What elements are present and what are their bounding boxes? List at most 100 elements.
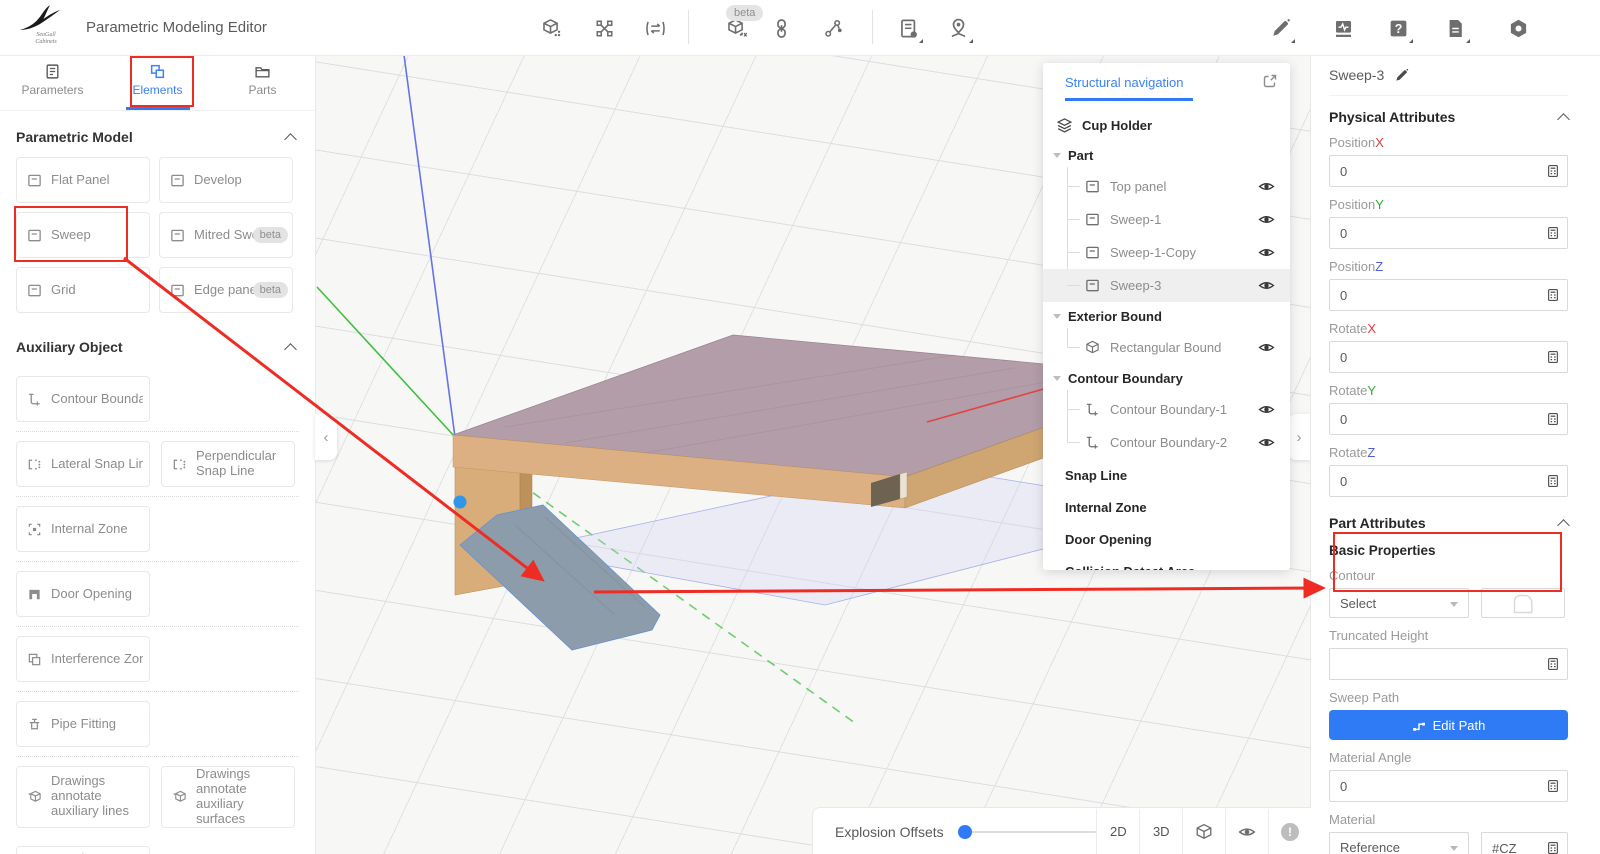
cube-view-button[interactable] bbox=[1182, 809, 1225, 854]
annotate-3d-icon bbox=[27, 789, 42, 804]
visibility-button[interactable] bbox=[1225, 809, 1268, 854]
tree-item-sweep-1-copy[interactable]: Sweep-1-Copy bbox=[1043, 236, 1290, 269]
mitred-sweep-button[interactable]: Mitred Sweepbeta bbox=[159, 212, 293, 258]
tab-elements[interactable]: Elements bbox=[105, 55, 210, 110]
tree-item-top-panel[interactable]: Top panel bbox=[1043, 170, 1290, 203]
explosion-offsets-slider[interactable] bbox=[960, 831, 1097, 833]
door-opening-button[interactable]: Door Opening bbox=[16, 571, 150, 617]
rotatex-input[interactable] bbox=[1330, 350, 1567, 365]
section-auxiliary-object[interactable]: Auxiliary Object bbox=[0, 339, 315, 355]
tree-group-internal-zone[interactable]: Internal Zone bbox=[1043, 491, 1290, 523]
settings-nut-icon[interactable] bbox=[1500, 10, 1536, 46]
eye-icon[interactable] bbox=[1258, 339, 1275, 356]
perpendicular-snap-line-button[interactable]: Perpendicular Snap Line bbox=[161, 441, 295, 487]
interference-zone-button[interactable]: Interference Zone bbox=[16, 636, 150, 682]
tree-group-collision-detect-area[interactable]: Collision Detect Area bbox=[1043, 555, 1290, 570]
internal-zone-button[interactable]: Internal Zone bbox=[16, 506, 150, 552]
origin-handle[interactable] bbox=[454, 496, 467, 509]
contour-label: Contour bbox=[1329, 568, 1568, 583]
link-icon[interactable] bbox=[763, 10, 799, 46]
tree-group-part[interactable]: Part bbox=[1043, 141, 1290, 170]
rotatey-input[interactable] bbox=[1330, 412, 1567, 427]
calculator-icon[interactable] bbox=[1546, 164, 1560, 178]
collapse-left-panel-button[interactable]: ‹ bbox=[315, 414, 337, 460]
positiony-input[interactable] bbox=[1330, 226, 1567, 241]
branch-icon[interactable] bbox=[815, 10, 851, 46]
help-icon[interactable] bbox=[1380, 10, 1416, 46]
parts-icon bbox=[254, 63, 271, 80]
slider-thumb[interactable] bbox=[958, 825, 972, 839]
collapse-right-panel-button[interactable]: › bbox=[1288, 414, 1310, 460]
contour-boundary-button[interactable]: Contour Boundary bbox=[16, 376, 150, 422]
section-parametric-model[interactable]: Parametric Model bbox=[0, 129, 315, 145]
cube-grid-icon[interactable] bbox=[534, 10, 570, 46]
calculator-icon[interactable] bbox=[1546, 288, 1560, 302]
tree-group-exterior-bound[interactable]: Exterior Bound bbox=[1043, 302, 1290, 331]
truncated-height-field bbox=[1329, 648, 1568, 680]
eye-icon[interactable] bbox=[1258, 244, 1275, 261]
view-2d-button[interactable]: 2D bbox=[1096, 809, 1139, 854]
tree-item-rectangular-bound[interactable]: Rectangular Bound bbox=[1043, 331, 1290, 364]
tree-item-contour-boundary-1[interactable]: Contour Boundary-1 bbox=[1043, 393, 1290, 426]
flat-panel-button[interactable]: Flat Panel bbox=[16, 157, 150, 203]
pattern-icon[interactable] bbox=[586, 10, 622, 46]
pencil-tool-icon[interactable] bbox=[1262, 10, 1298, 46]
edit-path-button[interactable]: Edit Path bbox=[1329, 710, 1568, 740]
calculator-icon[interactable] bbox=[1546, 350, 1560, 364]
calculator-icon[interactable] bbox=[1546, 657, 1560, 671]
tree-item-sweep-3[interactable]: Sweep-3 bbox=[1043, 269, 1290, 302]
tree-group-contour-boundary[interactable]: Contour Boundary bbox=[1043, 364, 1290, 393]
chevron-up-icon bbox=[284, 133, 297, 146]
pipe-fitting-button[interactable]: Pipe Fitting bbox=[16, 701, 150, 747]
physical-attributes-header[interactable]: Physical Attributes bbox=[1329, 109, 1568, 125]
activity-icon[interactable] bbox=[1325, 10, 1361, 46]
material-angle-input[interactable] bbox=[1330, 779, 1567, 794]
tab-parts[interactable]: Parts bbox=[210, 55, 315, 110]
lateral-snap-line-button[interactable]: Lateral Snap Line bbox=[16, 441, 150, 487]
calculator-icon[interactable] bbox=[1546, 779, 1560, 793]
sidebar-tabbar: Parameters Elements Parts bbox=[0, 55, 315, 111]
drawings-annotate-lines-button[interactable]: Drawings annotate auxiliary lines bbox=[16, 766, 150, 828]
grid-button[interactable]: Grid bbox=[16, 267, 150, 313]
drawings-annotate-surfaces-button[interactable]: Drawings annotate auxiliary surfaces bbox=[161, 766, 295, 828]
contour-select[interactable]: Select bbox=[1329, 588, 1469, 618]
tab-parameters[interactable]: Parameters bbox=[0, 55, 105, 110]
positionx-input[interactable] bbox=[1330, 164, 1567, 179]
document-icon[interactable] bbox=[1437, 10, 1473, 46]
tree-item-sweep-1[interactable]: Sweep-1 bbox=[1043, 203, 1290, 236]
calculator-icon[interactable] bbox=[1546, 841, 1560, 854]
active-tab-indicator bbox=[126, 107, 190, 110]
warning-button[interactable]: ! bbox=[1268, 809, 1311, 854]
eye-icon[interactable] bbox=[1258, 434, 1275, 451]
contour-preview[interactable] bbox=[1481, 588, 1565, 618]
part-attributes-header[interactable]: Part Attributes bbox=[1329, 515, 1568, 531]
eye-icon[interactable] bbox=[1258, 211, 1275, 228]
material-select[interactable]: Reference bbox=[1329, 832, 1469, 854]
expand-panel-icon[interactable] bbox=[1262, 73, 1278, 89]
calculator-icon[interactable] bbox=[1546, 412, 1560, 426]
tree-item-contour-boundary-2[interactable]: Contour Boundary-2 bbox=[1043, 426, 1290, 459]
calculator-icon[interactable] bbox=[1546, 226, 1560, 240]
tree-group-snap-line[interactable]: Snap Line bbox=[1043, 459, 1290, 491]
truncated-height-input[interactable] bbox=[1330, 657, 1567, 672]
calculator-icon[interactable] bbox=[1546, 474, 1560, 488]
rename-pencil-icon[interactable] bbox=[1394, 68, 1409, 83]
location-pin-icon[interactable] bbox=[940, 10, 976, 46]
structural-navigation-tab[interactable]: Structural navigation bbox=[1065, 75, 1184, 90]
positionz-input[interactable] bbox=[1330, 288, 1567, 303]
swap-icon[interactable] bbox=[637, 10, 673, 46]
edge-panel-button[interactable]: Edge panelbeta bbox=[159, 267, 293, 313]
view-3d-button[interactable]: 3D bbox=[1139, 809, 1182, 854]
develop-button[interactable]: Develop bbox=[159, 157, 293, 203]
tree-group-door-opening[interactable]: Door Opening bbox=[1043, 523, 1290, 555]
rotatez-input[interactable] bbox=[1330, 474, 1567, 489]
positionx-label: PositionX bbox=[1329, 135, 1568, 150]
panel-icon bbox=[27, 173, 42, 188]
tree-root-cup-holder[interactable]: Cup Holder bbox=[1043, 109, 1290, 141]
sweep-button[interactable]: Sweep bbox=[16, 212, 150, 258]
drawing-annotation-solids-button[interactable]: Drawing annotation auxiliary solids bbox=[16, 846, 150, 854]
document-export-icon[interactable] bbox=[890, 10, 926, 46]
eye-icon[interactable] bbox=[1258, 401, 1275, 418]
eye-icon[interactable] bbox=[1258, 178, 1275, 195]
eye-icon[interactable] bbox=[1258, 277, 1275, 294]
